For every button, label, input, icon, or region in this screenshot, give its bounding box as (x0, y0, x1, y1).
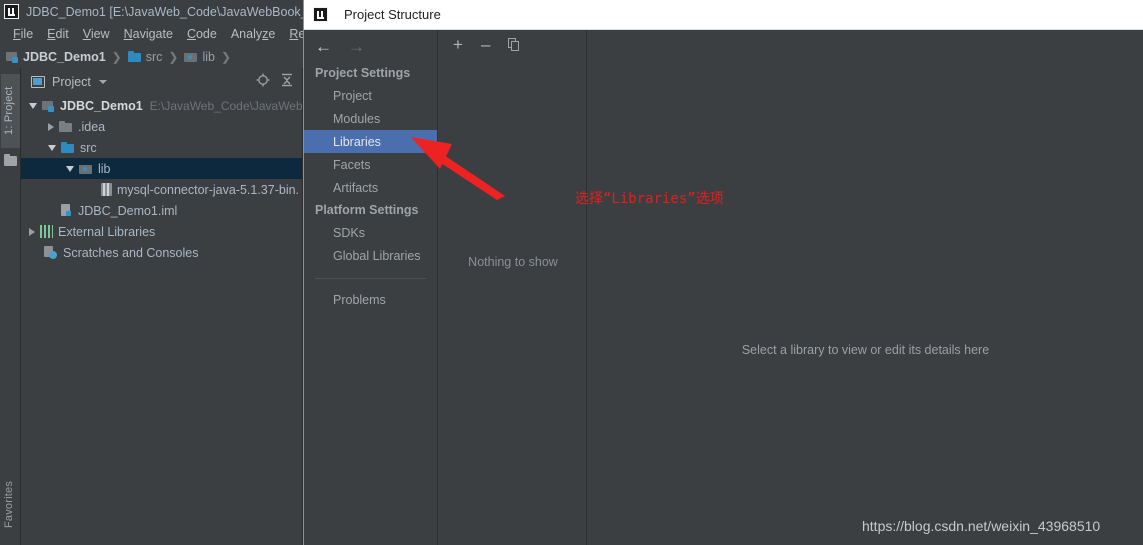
library-detail-panel: Select a library to view or edit its det… (588, 30, 1143, 545)
nav-group-title-project-settings: Project Settings (315, 66, 411, 80)
screenshot-root: JDBC_Demo1 [E:\JavaWeb_Code\JavaWebBook_… (0, 0, 1143, 545)
tree-item-label: .idea (78, 119, 106, 134)
folder-icon (127, 50, 142, 63)
tree-row[interactable]: .idea (21, 116, 302, 137)
intellij-logo-icon (313, 7, 328, 22)
project-panel-header: Project (21, 68, 302, 95)
folder-gray-icon (59, 120, 73, 133)
libraries-list-panel: + – Nothing to show (439, 30, 587, 545)
breadcrumb-item-module[interactable]: JDBC_Demo1 (6, 50, 106, 64)
tool-strip-favorites[interactable]: Favorites (1, 468, 20, 540)
nav-item-project[interactable]: Project (304, 84, 437, 107)
strip-folder-icon[interactable] (4, 154, 17, 166)
nav-group-title-platform-settings: Platform Settings (315, 203, 419, 217)
project-tool-window: Project JDBC_Demo1 E:\JavaWeb_Code\JavaW… (21, 68, 303, 545)
breadcrumb[interactable]: JDBC_Demo1 ❯ src ❯ lib ❯ (0, 45, 310, 68)
menu-code[interactable]: Code (180, 27, 224, 41)
lib-folder-icon (184, 51, 198, 63)
breadcrumb-label: JDBC_Demo1 (23, 49, 106, 64)
tree-item-label: mysql-connector-java-5.1.37-bin. (117, 182, 300, 197)
external-libraries-icon (40, 225, 53, 238)
chevron-down-icon[interactable] (98, 79, 107, 84)
tree-item-label: JDBC_Demo1 (60, 98, 143, 113)
iml-file-icon (61, 204, 73, 217)
nav-item-problems[interactable]: Problems (304, 288, 437, 311)
arrow-left-icon[interactable]: ← (315, 38, 332, 55)
expand-arrow-icon[interactable] (48, 144, 56, 151)
nav-item-sdks[interactable]: SDKs (304, 221, 437, 244)
tree-item-label: lib (98, 161, 111, 176)
jar-icon (101, 183, 112, 196)
expand-arrow-icon[interactable] (29, 227, 35, 236)
detail-hint-text: Select a library to view or edit its det… (741, 343, 990, 357)
breadcrumb-label: src (145, 49, 163, 64)
breadcrumb-label: lib (202, 49, 215, 64)
tree-row[interactable]: src (21, 137, 302, 158)
expand-arrow-icon[interactable] (29, 102, 37, 109)
project-tree[interactable]: JDBC_Demo1 E:\JavaWeb_Code\JavaWeb .idea… (21, 95, 302, 545)
menu-analyze[interactable]: Analyze (224, 27, 282, 41)
breadcrumb-item-src[interactable]: src (127, 49, 163, 64)
copy-icon[interactable] (508, 37, 520, 51)
nav-divider (315, 278, 426, 279)
tree-row[interactable]: External Libraries (21, 221, 302, 242)
ide-title-bar: JDBC_Demo1 [E:\JavaWeb_Code\JavaWebBook_ (0, 0, 310, 23)
lib-folder-icon (79, 163, 93, 175)
project-view-selector[interactable]: Project (31, 75, 246, 89)
menu-edit[interactable]: Edit (40, 27, 76, 41)
ide-menu-bar[interactable]: File Edit View Navigate Code Analyze Ref… (0, 23, 310, 45)
nav-item-global-libraries[interactable]: Global Libraries (304, 244, 437, 267)
nav-item-artifacts[interactable]: Artifacts (304, 176, 437, 199)
tree-row[interactable]: JDBC_Demo1.iml (21, 200, 302, 221)
dialog-body: ← → Project Settings Project Modules Lib… (304, 30, 1143, 545)
nav-item-libraries[interactable]: Libraries (304, 130, 437, 153)
empty-list-message: Nothing to show (468, 255, 558, 269)
nav-history-controls: ← → (304, 30, 437, 62)
tool-strip-project[interactable]: 1: Project (1, 74, 20, 148)
expand-arrow-icon[interactable] (66, 165, 74, 172)
dialog-title: Project Structure (344, 7, 441, 22)
dialog-nav-sidebar: ← → Project Settings Project Modules Lib… (304, 30, 438, 545)
tree-item-path: E:\JavaWeb_Code\JavaWeb (149, 98, 302, 113)
nav-item-facets[interactable]: Facets (304, 153, 437, 176)
expand-arrow-icon[interactable] (48, 122, 54, 131)
tree-row[interactable]: Scratches and Consoles (21, 242, 302, 263)
menu-view[interactable]: View (76, 27, 117, 41)
project-structure-dialog: Project Structure ← → Project Settings P… (303, 0, 1143, 545)
arrow-right-icon[interactable]: → (348, 38, 365, 55)
folder-src-icon (61, 141, 75, 154)
breadcrumb-separator-icon: ❯ (168, 49, 179, 64)
target-locate-icon[interactable] (256, 73, 270, 90)
ide-window-title: JDBC_Demo1 [E:\JavaWeb_Code\JavaWebBook_ (26, 4, 308, 19)
libraries-toolbar: + – (439, 30, 586, 58)
tree-row-lib[interactable]: lib (21, 158, 302, 179)
intellij-logo-icon (4, 4, 19, 19)
dialog-title-bar: Project Structure (304, 0, 1143, 30)
menu-navigate[interactable]: Navigate (117, 27, 180, 41)
module-icon (6, 51, 19, 63)
left-tool-strip: 1: Project Favorites (0, 68, 21, 545)
tree-item-label: External Libraries (58, 224, 156, 239)
tree-item-label: Scratches and Consoles (63, 245, 199, 260)
tree-row[interactable]: mysql-connector-java-5.1.37-bin. (21, 179, 302, 200)
tree-item-label: JDBC_Demo1.iml (78, 203, 178, 218)
collapse-all-icon[interactable] (280, 73, 294, 90)
breadcrumb-separator-icon: ❯ (220, 49, 232, 64)
tree-row[interactable]: JDBC_Demo1 E:\JavaWeb_Code\JavaWeb (21, 95, 302, 116)
project-panel-title: Project (52, 74, 91, 89)
scratches-icon (44, 246, 58, 259)
breadcrumb-separator-icon: ❯ (111, 49, 122, 64)
menu-file[interactable]: File (6, 27, 40, 41)
breadcrumb-item-lib[interactable]: lib (184, 50, 215, 64)
tree-item-label: src (80, 140, 97, 155)
remove-library-button[interactable]: – (481, 36, 490, 53)
nav-item-modules[interactable]: Modules (304, 107, 437, 130)
project-window-icon (31, 75, 45, 88)
add-library-button[interactable]: + (453, 36, 463, 53)
module-icon (42, 100, 55, 112)
